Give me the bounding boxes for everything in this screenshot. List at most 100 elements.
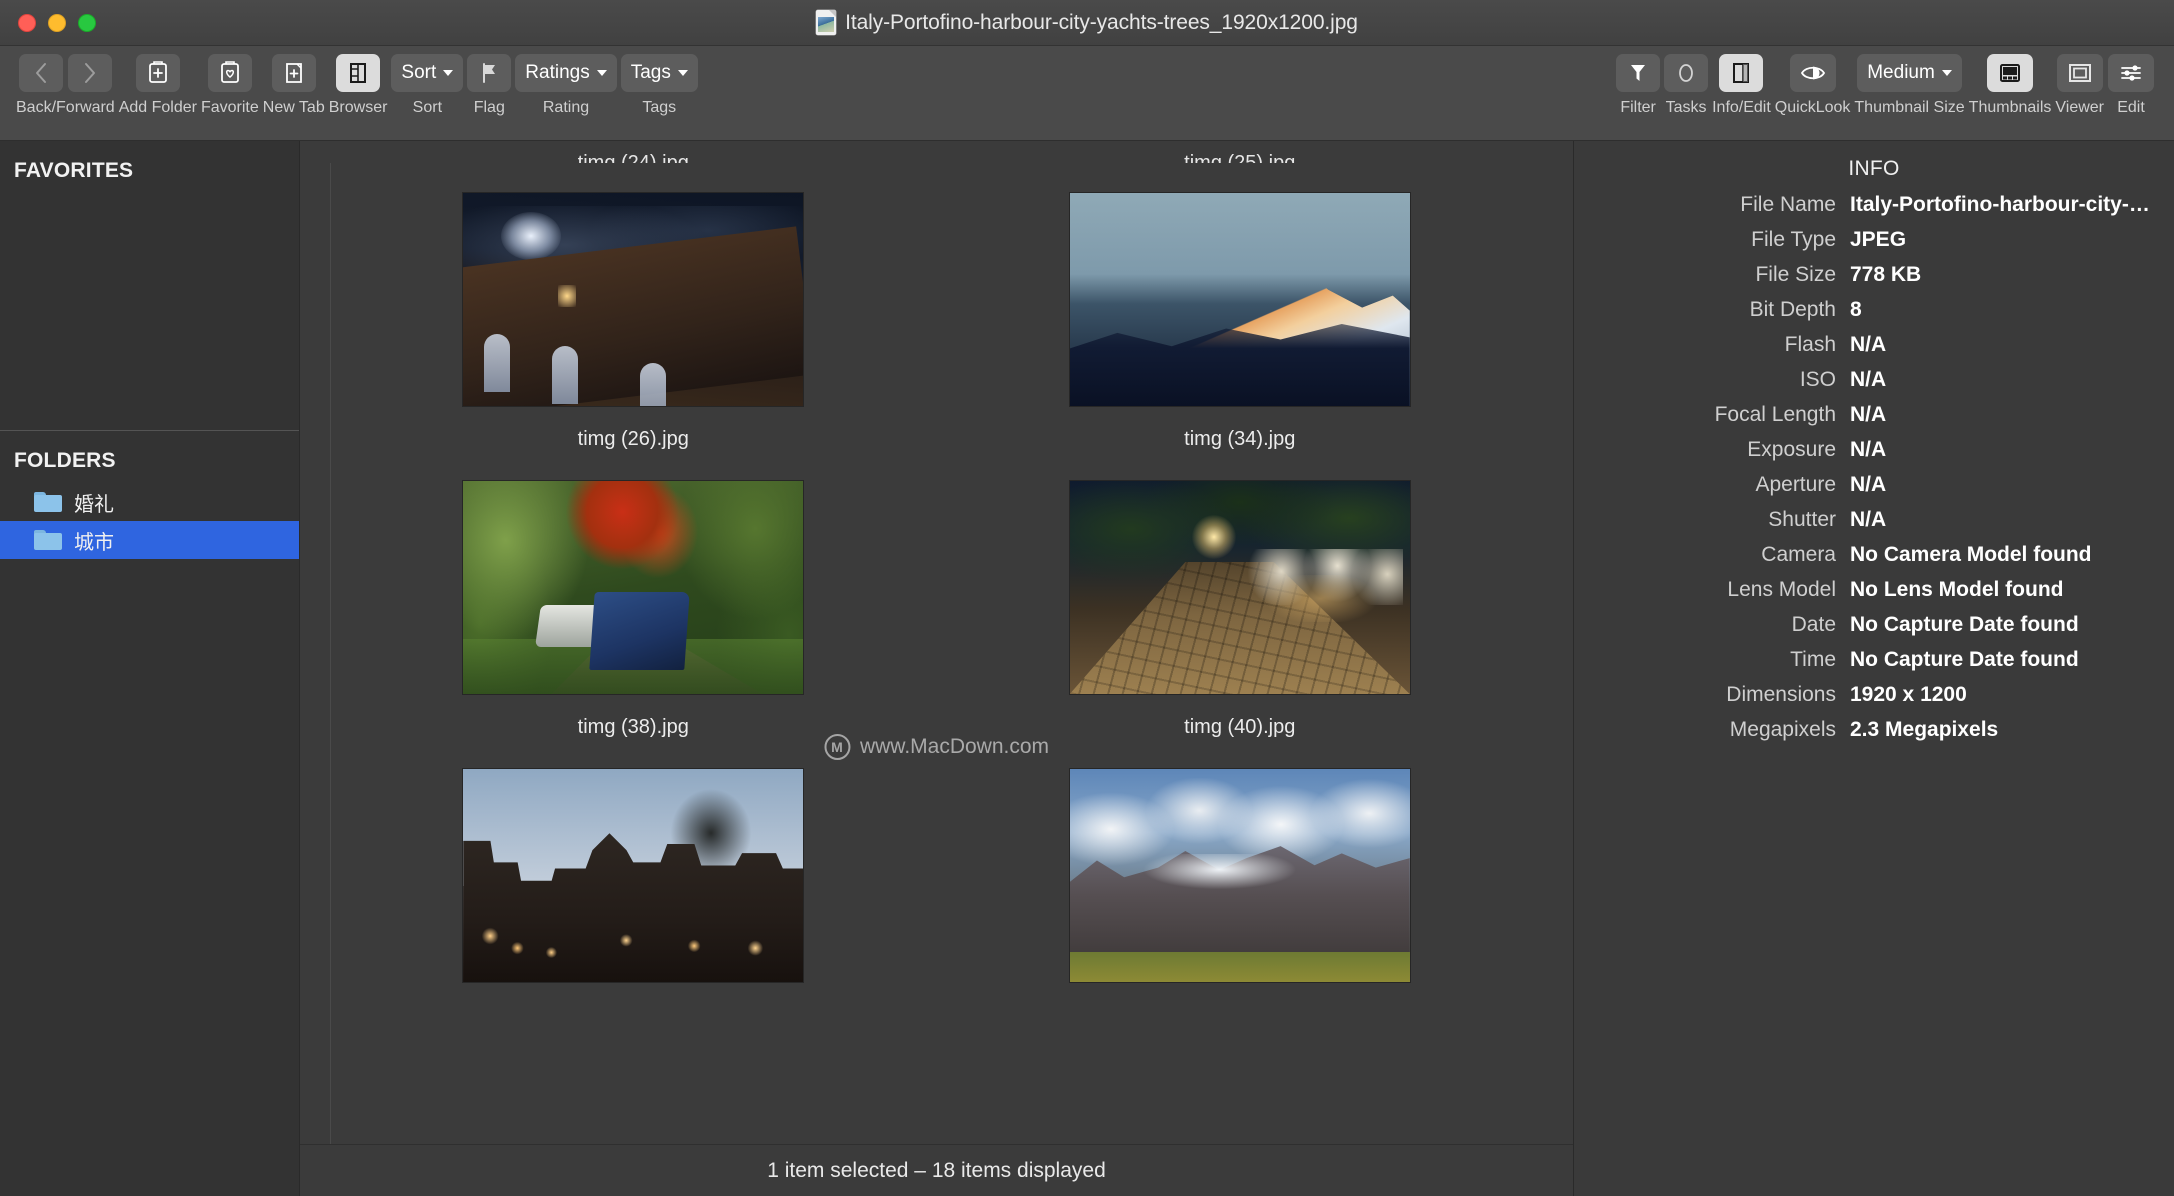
info-row-iso: ISO N/A [1574, 368, 2174, 392]
back-button[interactable] [18, 54, 63, 92]
chevron-down-icon [677, 70, 688, 76]
info-key: Time [1790, 648, 1836, 671]
toolbar-group-info-edit: Info/Edit [1712, 54, 1771, 117]
info-value: 2.3 Megapixels [1850, 718, 1999, 741]
info-row-aperture: Aperture N/A [1574, 473, 2174, 497]
thumbnail-cell[interactable]: timg (40).jpg [937, 451, 1544, 739]
new-tab-button[interactable] [271, 54, 316, 92]
thumbnail-image[interactable] [1069, 193, 1410, 406]
favorite-button[interactable] [207, 54, 252, 92]
toolbar-label-favorite: Favorite [200, 99, 259, 116]
edit-button[interactable] [2108, 54, 2154, 92]
toolbar-group-quicklook: QuickLook [1775, 54, 1850, 117]
chevron-down-icon [1941, 70, 1952, 76]
sort-popup-value: Sort [401, 62, 437, 83]
ratings-popup-value: Ratings [525, 62, 590, 83]
info-key: File Type [1751, 228, 1836, 251]
info-value: No Camera Model found [1850, 543, 2092, 566]
info-row-focal-length: Focal Length N/A [1574, 403, 2174, 427]
browser-button[interactable] [336, 54, 381, 92]
quicklook-button[interactable] [1789, 54, 1836, 92]
info-value: No Lens Model found [1850, 578, 2064, 601]
thumbnail-size-popup-button[interactable]: Medium [1857, 54, 1962, 92]
toolbar-label-sort: Sort [412, 99, 443, 116]
folder-icon [34, 530, 62, 550]
toolbar-group-browser: Browser [329, 54, 387, 117]
thumbnail-image[interactable] [463, 769, 804, 982]
info-value: No Capture Date found [1850, 648, 2079, 671]
info-value: N/A [1850, 368, 1887, 391]
thumbnail-image[interactable] [463, 193, 804, 406]
thumbnail-cell[interactable]: timg (34).jpg [937, 163, 1544, 451]
info-key: Aperture [1755, 473, 1836, 496]
info-value: N/A [1850, 333, 1887, 356]
minimize-window-button[interactable] [48, 13, 66, 32]
info-value: N/A [1850, 473, 1887, 496]
toolbar-group-favorite: Favorite [201, 54, 259, 117]
new-tab-icon [285, 63, 302, 83]
viewer-frame-icon [2068, 64, 2091, 82]
info-key: ISO [1799, 368, 1836, 391]
tasks-button[interactable] [1664, 54, 1709, 92]
info-key: Exposure [1747, 438, 1836, 461]
title-bar: Italy-Portofino-harbour-city-yachts-tree… [0, 0, 2174, 46]
tags-popup-button[interactable]: Tags [620, 54, 698, 92]
toolbar-group-new-tab: New Tab [263, 54, 325, 117]
toolbar-group-flag: Flag [467, 54, 512, 117]
maximize-window-button[interactable] [78, 13, 96, 32]
sidebar-item-folder-city[interactable]: 城市 [0, 521, 299, 559]
thumbnail-cell[interactable] [937, 739, 1544, 1004]
sort-popup-button[interactable]: Sort [391, 54, 464, 92]
traffic-lights [0, 13, 96, 32]
thumbnail-grid: timg (26).jpg timg (34).jpg timg (38).jp… [330, 163, 1543, 1004]
thumbnail-image[interactable] [1069, 481, 1410, 694]
info-value: No Capture Date found [1850, 613, 2079, 636]
funnel-icon [1631, 65, 1646, 81]
clipped-label-right: timg (25).jpg [1184, 152, 1296, 163]
photo-cobblestone-street-night [1069, 481, 1410, 694]
circle-icon [1679, 64, 1693, 82]
main-body: FAVORITES FOLDERS 婚礼 城市 timg (24).jpg ti… [0, 141, 2174, 1196]
info-value: 778 KB [1850, 263, 1922, 286]
flag-button[interactable] [467, 54, 512, 92]
close-window-button[interactable] [18, 13, 36, 32]
info-value: JPEG [1850, 228, 1907, 251]
photo-church-night [463, 193, 804, 406]
thumbnail-cell[interactable]: timg (26).jpg [330, 163, 937, 451]
thumbnails-button[interactable] [1987, 54, 2034, 92]
filter-button[interactable] [1616, 54, 1661, 92]
status-bar: 1 item selected – 18 items displayed [300, 1144, 1573, 1196]
info-row-flash: Flash N/A [1574, 333, 2174, 357]
toolbar-group-sort: Sort Sort [391, 54, 464, 117]
viewer-button[interactable] [2056, 54, 2103, 92]
photo-canal-houses-dusk [463, 769, 804, 982]
toolbar-label-tasks: Tasks [1665, 99, 1707, 116]
sidebar-item-folder-wedding[interactable]: 婚礼 [0, 483, 299, 521]
info-value: Italy-Portofino-harbour-city-ya... [1850, 193, 2150, 216]
thumbnail-size-value: Medium [1867, 62, 1935, 83]
title-center-group: Italy-Portofino-harbour-city-yachts-tree… [0, 10, 2174, 35]
sidebar-item-label: 婚礼 [74, 493, 114, 516]
toolbar-label-viewer: Viewer [2055, 99, 2104, 116]
clipped-label-row: timg (24).jpg timg (25).jpg [330, 141, 1543, 163]
forward-button[interactable] [67, 54, 112, 92]
thumbnail-cell[interactable] [330, 739, 937, 1004]
thumbnail-image[interactable] [463, 481, 804, 694]
photo-rocky-mountains [1069, 769, 1410, 982]
toolbar-label-back-forward: Back/Forward [16, 99, 115, 116]
info-row-file-size: File Size 778 KB [1574, 263, 2174, 287]
info-edit-button[interactable] [1719, 54, 1764, 92]
toolbar-group-thumbnails: Thumbnails [1969, 54, 2051, 117]
add-folder-button[interactable] [135, 54, 180, 92]
folder-icon [34, 492, 62, 512]
thumbnail-cell[interactable]: timg (38).jpg [330, 451, 937, 739]
toolbar-label-tags: Tags [642, 99, 677, 116]
ratings-popup-button[interactable]: Ratings [515, 54, 617, 92]
info-key: File Name [1740, 193, 1836, 216]
toolbar-group-edit: Edit [2108, 54, 2154, 117]
thumbnail-image[interactable] [1069, 769, 1410, 982]
thumbnail-grid-scroll[interactable]: timg (24).jpg timg (25).jpg timg (26).jp… [300, 141, 1573, 1144]
clipped-label-left: timg (24).jpg [577, 152, 689, 163]
info-row-file-type: File Type JPEG [1574, 228, 2174, 252]
toolbar-group-back-forward: Back/Forward [16, 54, 115, 117]
